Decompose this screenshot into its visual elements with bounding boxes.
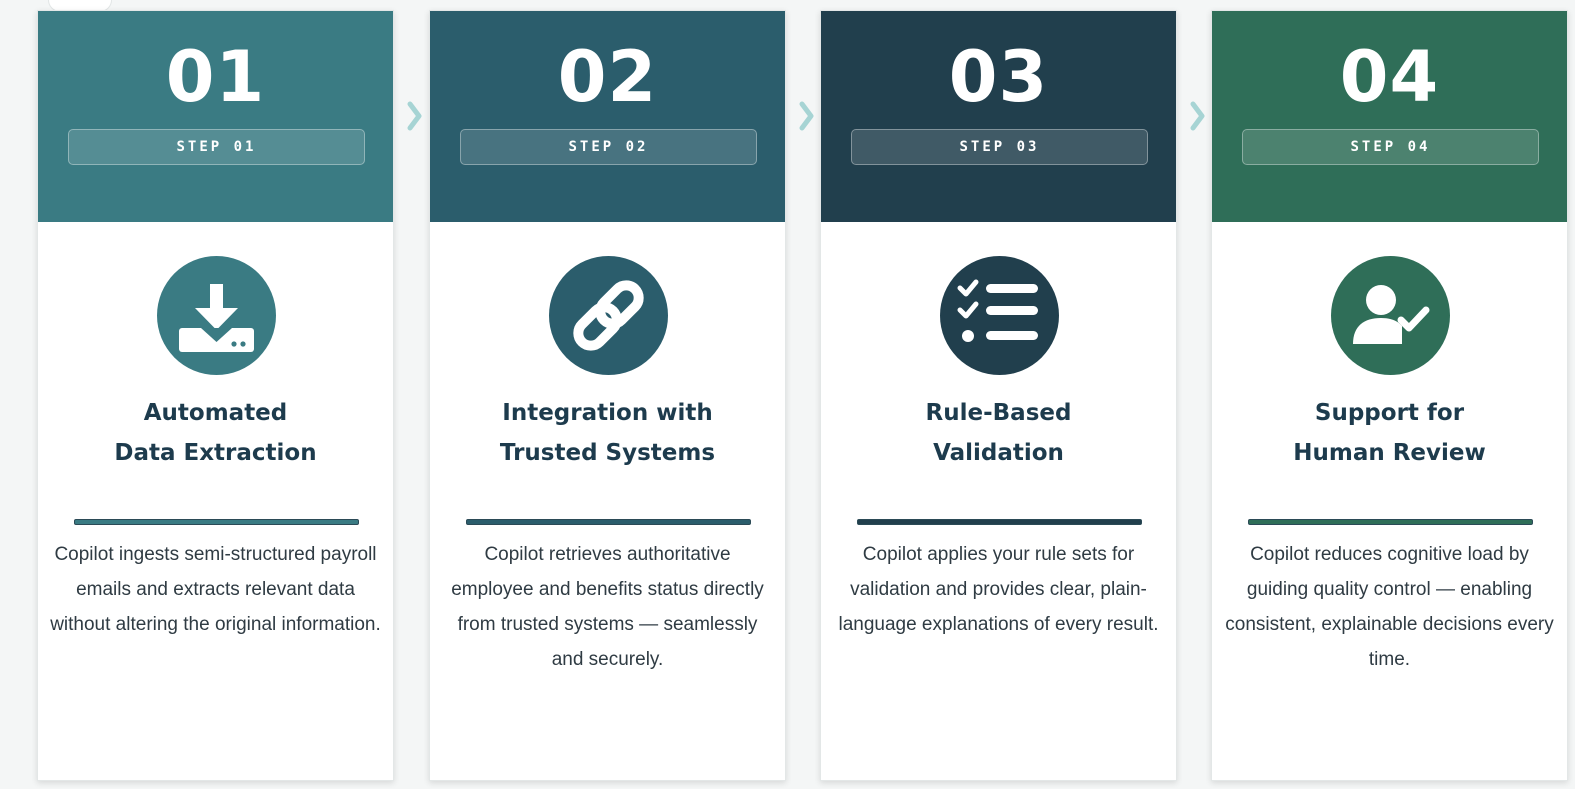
- step-number: 02: [557, 36, 658, 118]
- step-header-03: 03 STEP 03: [821, 11, 1176, 222]
- step-label: STEP 03: [851, 129, 1148, 165]
- step-header-02: 02 STEP 02: [430, 11, 785, 222]
- divider: [466, 519, 751, 525]
- checklist-icon: [940, 256, 1059, 375]
- step-card-02: 02 STEP 02 Integration with Trusted Syst…: [429, 10, 786, 781]
- step-header-01: 01 STEP 01: [38, 11, 393, 222]
- chevron-right-icon: [797, 96, 817, 136]
- step-card-01: 01 STEP 01 Automated Data Extraction Cop…: [37, 10, 394, 781]
- divider: [74, 519, 359, 525]
- step-title-line-2: Validation: [933, 440, 1064, 466]
- chevron-right-icon: [405, 96, 425, 136]
- step-title: Rule-Based Validation: [831, 393, 1166, 473]
- step-title: Automated Data Extraction: [48, 393, 383, 473]
- step-title: Integration with Trusted Systems: [440, 393, 775, 473]
- step-description: Copilot reduces cognitive load by guidin…: [1225, 544, 1554, 670]
- step-label: STEP 01: [68, 129, 365, 165]
- step-title-line-1: Support for: [1314, 400, 1465, 426]
- step-title-line-1: Integration with: [502, 400, 713, 426]
- user-check-icon: [1331, 256, 1450, 375]
- divider: [1248, 519, 1533, 525]
- link-icon: [549, 256, 668, 375]
- step-number: 04: [1339, 36, 1440, 118]
- step-label: STEP 02: [460, 129, 757, 165]
- step-title-line-1: Automated: [143, 400, 288, 426]
- step-card-04: 04 STEP 04 Support for Human Review Copi…: [1211, 10, 1568, 781]
- step-title: Support for Human Review: [1222, 393, 1557, 473]
- step-description: Copilot ingests semi-structured payroll …: [50, 544, 381, 635]
- step-title-line-1: Rule-Based: [925, 400, 1072, 426]
- step-header-04: 04 STEP 04: [1212, 11, 1567, 222]
- step-title-line-2: Human Review: [1293, 440, 1486, 466]
- step-label: STEP 04: [1242, 129, 1539, 165]
- step-number: 01: [165, 36, 266, 118]
- download-tray-icon: [157, 256, 276, 375]
- chevron-right-icon: [1188, 96, 1208, 136]
- step-description: Copilot retrieves authoritative employee…: [451, 544, 764, 670]
- step-description: Copilot applies your rule sets for valid…: [838, 544, 1159, 635]
- step-title-line-2: Trusted Systems: [499, 440, 716, 466]
- divider: [857, 519, 1142, 525]
- step-number: 03: [948, 36, 1049, 118]
- step-card-03: 03 STEP 03 Rule-Based Validation Copilot…: [820, 10, 1177, 781]
- step-title-line-2: Data Extraction: [114, 440, 317, 466]
